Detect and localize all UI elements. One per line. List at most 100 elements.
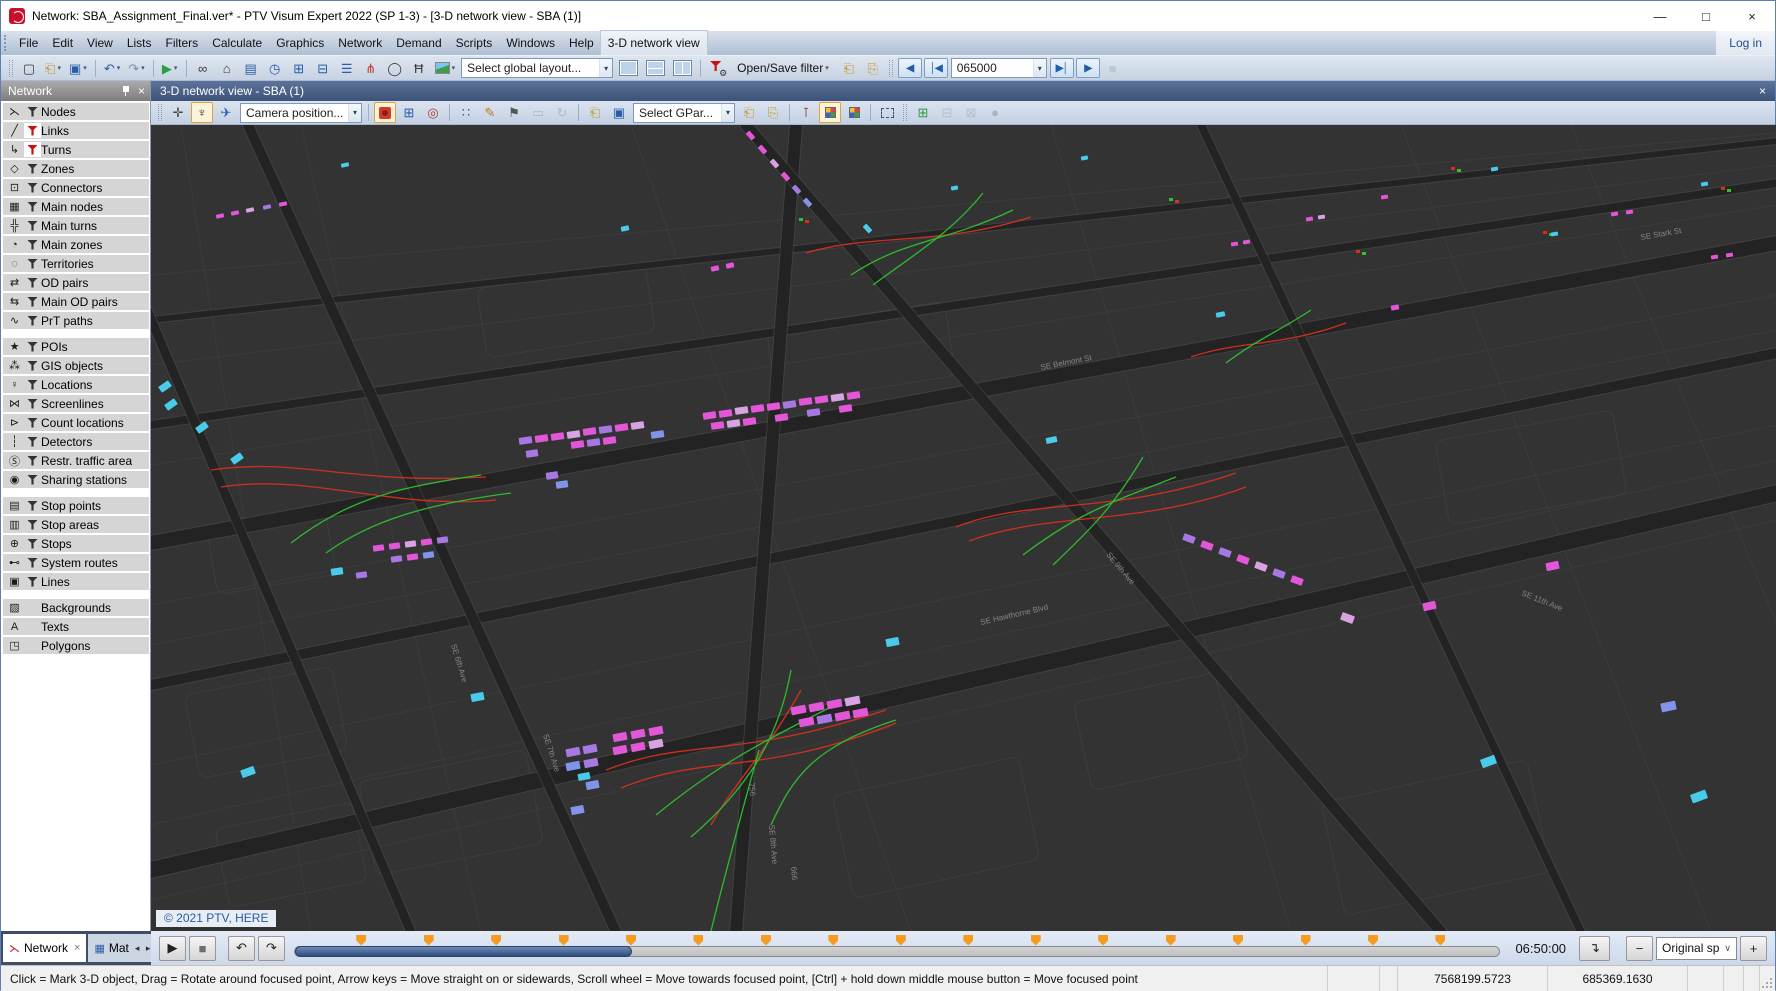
dock-item-restr-traffic-area[interactable]: Ⓢ Restr. traffic area — [3, 452, 149, 469]
dock-item-pois[interactable]: ★ POIs — [3, 338, 149, 355]
menu-item-3-d-network-view[interactable]: 3-D network view — [599, 30, 708, 56]
dock-item-gis-objects[interactable]: ⁂ GIS objects — [3, 357, 149, 374]
open-gpar-button[interactable]: ⎗ — [584, 102, 606, 123]
menu-item-graphics[interactable]: Graphics — [269, 31, 331, 55]
previous-network-object-button[interactable]: ◀ — [897, 58, 922, 78]
restr-traffic-area-filter-funnel[interactable] — [24, 453, 41, 468]
time-event-marker[interactable] — [1098, 934, 1109, 946]
main-nodes-filter-funnel[interactable] — [24, 199, 41, 214]
selection-rectangle-button[interactable] — [876, 102, 898, 123]
time-event-marker[interactable] — [760, 934, 771, 946]
pois-filter-funnel[interactable] — [24, 339, 41, 354]
dock-item-main-turns[interactable]: ╬ Main turns — [3, 217, 149, 234]
time-event-marker[interactable] — [423, 934, 434, 946]
time-event-marker[interactable] — [356, 934, 367, 946]
edit-mode-button[interactable]: ✎ — [479, 102, 501, 123]
time-event-marker[interactable] — [693, 934, 704, 946]
dock-close-icon[interactable]: × — [138, 84, 145, 98]
dock-item-stop-points[interactable]: ▤ Stop points — [3, 497, 149, 514]
redo-button[interactable]: ↷ ▾ — [125, 58, 147, 79]
chevron-down-icon[interactable]: ▾ — [347, 103, 361, 122]
turns-filter-funnel[interactable] — [24, 142, 41, 157]
stop-button[interactable]: ■ — [1102, 58, 1124, 79]
speed-select[interactable]: Original sp ∨ — [1656, 936, 1737, 960]
sharing-stations-filter-funnel[interactable] — [24, 472, 41, 487]
run-procedures-button[interactable]: ▶ ▾ — [159, 58, 181, 79]
vehicle-display-button[interactable] — [819, 102, 841, 123]
pin-icon[interactable] — [121, 85, 131, 97]
flight-mode-button[interactable]: ✈ — [215, 102, 237, 123]
add-object-button[interactable]: ⊞ — [912, 102, 934, 123]
dock-item-main-od-pairs[interactable]: ⇆ Main OD pairs — [3, 293, 149, 310]
close-button[interactable]: × — [1729, 1, 1775, 31]
lists-button[interactable]: ▤ — [240, 58, 262, 79]
simulation-clock-button[interactable]: ◯ — [384, 58, 406, 79]
walk-mode-button[interactable]: ♆ — [191, 102, 213, 123]
record-video-button[interactable] — [374, 102, 396, 123]
dropdown-caret-icon[interactable]: ▾ — [57, 65, 61, 72]
timeline-step-back-button[interactable]: ↶ — [228, 935, 255, 961]
chevron-down-icon[interactable]: ▾ — [1032, 59, 1046, 77]
dock-item-system-routes[interactable]: ⊷ System routes — [3, 554, 149, 571]
chevron-down-icon[interactable]: ▾ — [720, 103, 734, 122]
layout-vertical-split-button[interactable] — [670, 58, 695, 79]
menu-item-view[interactable]: View — [80, 31, 120, 55]
open-gpar2-button[interactable]: ⎗ — [738, 102, 760, 123]
dropdown-caret-icon[interactable]: ▾ — [141, 65, 145, 72]
nodes-filter-funnel[interactable] — [24, 104, 41, 119]
chevron-down-icon[interactable]: ▾ — [599, 59, 613, 77]
gpar-combo[interactable]: Select GPar... ▾ — [633, 102, 735, 123]
indicator-button[interactable]: ● — [984, 102, 1006, 123]
save-gpar2-button[interactable]: ⎘ — [762, 102, 784, 123]
time-event-marker[interactable] — [828, 934, 839, 946]
speed-increase-button[interactable]: + — [1740, 935, 1767, 961]
undo-button[interactable]: ↶ ▾ — [101, 58, 123, 79]
time-event-marker[interactable] — [1435, 934, 1446, 946]
time-event-marker[interactable] — [963, 934, 974, 946]
dock-item-prt-paths[interactable]: ∿ PrT paths — [3, 312, 149, 329]
dock-item-main-nodes[interactable]: ▦ Main nodes — [3, 198, 149, 215]
video-preview-button[interactable]: ◎ — [422, 102, 444, 123]
dropdown-caret-icon[interactable]: ▾ — [83, 65, 87, 72]
vehicle-display-alt-button[interactable] — [843, 102, 865, 123]
menu-item-calculate[interactable]: Calculate — [205, 31, 269, 55]
dropdown-caret-icon[interactable]: ▾ — [452, 65, 456, 72]
remove-object-button[interactable]: ⊠ — [960, 102, 982, 123]
time-event-marker[interactable] — [491, 934, 502, 946]
save-version-button[interactable]: ▣ ▾ — [66, 58, 90, 79]
time-event-marker[interactable] — [626, 934, 637, 946]
edit-object-button[interactable]: ⊟ — [936, 102, 958, 123]
histogram-button[interactable]: Ħ — [408, 58, 430, 79]
next-network-object-button[interactable]: ▶ — [1075, 58, 1100, 78]
procedure-sequence-button[interactable]: ☰ — [336, 58, 358, 79]
dock-item-locations[interactable]: ♀ Locations — [3, 376, 149, 393]
stop-points-filter-funnel[interactable] — [24, 498, 41, 513]
home-view-button[interactable]: ⌂ — [216, 58, 238, 79]
resize-grip[interactable] — [1759, 966, 1775, 991]
dock-item-connectors[interactable]: ⊡ Connectors — [3, 179, 149, 196]
dock-item-turns[interactable]: ↳ Turns — [3, 141, 149, 158]
menu-item-scripts[interactable]: Scripts — [449, 31, 500, 55]
main-od-pairs-filter-funnel[interactable] — [24, 294, 41, 309]
gis-objects-filter-funnel[interactable] — [24, 358, 41, 373]
menu-item-demand[interactable]: Demand — [389, 31, 448, 55]
rotate-view-button[interactable]: ↻ — [551, 102, 573, 123]
network-object-number-combo[interactable]: 065000 ▾ — [950, 58, 1047, 78]
zones-filter-funnel[interactable] — [24, 161, 41, 176]
lines-filter-funnel[interactable] — [24, 574, 41, 589]
prt-paths-filter-funnel[interactable] — [24, 313, 41, 328]
filter-settings-button[interactable]: ⚙ — [706, 58, 728, 79]
dock-item-stop-areas[interactable]: ▥ Stop areas — [3, 516, 149, 533]
territories-filter-funnel[interactable] — [24, 256, 41, 271]
eraser-button[interactable]: ▭ — [527, 102, 549, 123]
new-version-button[interactable]: ▢ — [18, 58, 40, 79]
layout-single-window-button[interactable] — [616, 58, 641, 79]
tab-mat[interactable]: ▦ Mat ◂ ▸ — [88, 934, 159, 962]
open-filter-button[interactable]: ⎗ — [838, 58, 860, 79]
first-network-object-button[interactable]: │◀ — [923, 58, 948, 78]
dock-item-territories[interactable]: ◌ Territories — [3, 255, 149, 272]
video-frames-button[interactable]: ⊞ — [398, 102, 420, 123]
system-routes-filter-funnel[interactable] — [24, 555, 41, 570]
connectors-filter-funnel[interactable] — [24, 180, 41, 195]
background-map-button[interactable]: ▾ — [432, 58, 459, 79]
